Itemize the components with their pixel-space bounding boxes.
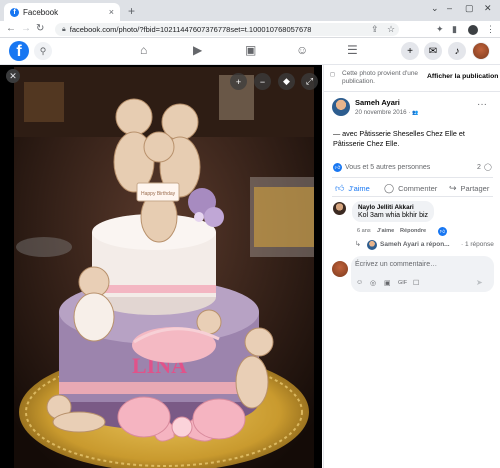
emoji-icon[interactable]: ☺ <box>356 279 363 286</box>
reload-icon[interactable]: ↻ <box>36 23 44 34</box>
cake-plaque-text: Happy Birthday <box>141 191 176 197</box>
reply-author[interactable]: Sameh Ayari a répon... <box>380 241 450 248</box>
reply-count[interactable]: · 1 réponse <box>461 241 494 248</box>
back-arrow-icon[interactable]: ← <box>6 23 16 34</box>
info-icon: ◻ <box>330 72 335 78</box>
divider <box>332 196 493 197</box>
friends-audience-icon: 👥 <box>412 110 419 116</box>
comment-input-placeholder[interactable]: Écrivez un commentaire… <box>355 261 437 268</box>
zoom-out-icon[interactable]: − <box>254 73 271 90</box>
photo-icon[interactable]: ▣ <box>384 279 391 287</box>
comment-count[interactable]: 2 <box>477 164 481 171</box>
fullscreen-icon[interactable]: ⤢ <box>301 73 318 90</box>
messenger-icon[interactable]: ✉ <box>424 42 442 60</box>
camera-icon[interactable]: ◎ <box>370 279 376 287</box>
photo-side-panel: ◻ Cette photo provient d'une publication… <box>323 65 500 468</box>
share-arrow-icon: ↪ <box>449 183 457 193</box>
close-window-button[interactable]: ✕ <box>484 3 492 14</box>
comment-button[interactable]: ◯ Commenter <box>384 183 437 194</box>
divider <box>324 91 500 92</box>
share-button[interactable]: ↪ Partager <box>449 183 489 194</box>
reply-arrow-icon: ↳ <box>355 241 361 248</box>
video-icon[interactable]: ▶ <box>193 43 202 57</box>
share-label: Partager <box>460 184 490 193</box>
reactions-summary[interactable]: Vous et 5 autres personnes <box>345 164 430 171</box>
send-icon[interactable]: ➤ <box>476 278 483 287</box>
comment-reply-link[interactable]: Répondre <box>400 228 426 234</box>
create-button[interactable]: + <box>401 42 419 60</box>
reply-author-avatar <box>367 240 377 250</box>
tag-icon[interactable]: ◆ <box>278 73 295 90</box>
maximize-button[interactable]: ▢ <box>465 3 474 14</box>
view-publication-link[interactable]: Afficher la publication <box>427 73 498 80</box>
menu-icon[interactable]: ☰ <box>347 43 358 57</box>
tab-close-icon[interactable]: × <box>109 7 114 17</box>
composer-avatar <box>332 261 348 277</box>
home-icon[interactable]: ⌂ <box>140 43 147 57</box>
bookmark-star-icon[interactable]: ☆ <box>387 24 395 35</box>
side-panel-icon[interactable]: ▮ <box>452 24 457 35</box>
facebook-favicon-icon: f <box>10 7 19 17</box>
comment-like-badge-icon: 👍︎ <box>438 227 447 236</box>
author-avatar[interactable] <box>332 98 350 116</box>
comment-bubble: Naylo Jelliti Akkari Kol 3am whia bkhir … <box>352 201 435 222</box>
more-options-icon[interactable]: ··· <box>477 99 487 110</box>
publication-notice: Cette photo provient d'une publication. <box>342 70 419 85</box>
profile-avatar-icon[interactable] <box>468 25 478 35</box>
close-photo-icon[interactable]: ✕ <box>6 69 20 83</box>
notifications-bell-icon[interactable]: ♪ <box>448 42 466 60</box>
share-icon[interactable]: ⇪ <box>371 24 379 35</box>
comment-label: Commenter <box>398 184 438 193</box>
comment-text: Kol 3am whia bkhir biz <box>358 212 429 219</box>
url-text[interactable]: facebook.com/photo/?fbid=102114476073767… <box>70 25 312 34</box>
divider <box>332 177 493 178</box>
post-date[interactable]: 20 novembre 2016 · 👥 <box>355 109 418 116</box>
facebook-header: f ⚲ ⌂ ▶ ▣ ☺ ☰ + ✉ ♪ <box>0 38 500 65</box>
minimize-button[interactable]: – <box>447 3 452 13</box>
post-caption: — avec Pâtisserie Sheselles Chez Elle et… <box>333 129 465 148</box>
cake-photo: LINA Happy Birthday <box>14 67 314 468</box>
thumbs-up-icon: 👍︎ <box>335 183 345 193</box>
post-date-text: 20 novembre 2016 · <box>355 109 413 116</box>
lock-icon: 🔒︎ <box>62 25 66 33</box>
tab-title: Facebook <box>23 7 59 17</box>
like-button[interactable]: 👍︎ J'aime <box>335 183 370 194</box>
comment-count-icon: ◯ <box>484 164 492 171</box>
commenter-avatar[interactable] <box>333 202 346 215</box>
comment-like-link[interactable]: J'aime <box>377 228 394 234</box>
browser-menu-icon[interactable]: ⋮ <box>486 24 495 35</box>
gif-icon[interactable]: GIF <box>398 280 407 286</box>
search-icon[interactable]: ⚲ <box>34 42 52 60</box>
like-label: J'aime <box>348 184 370 193</box>
comment-time[interactable]: 6 ans <box>357 228 371 234</box>
groups-icon[interactable]: ☺ <box>296 43 308 57</box>
extensions-icon[interactable]: ✦ <box>436 24 444 35</box>
browser-tab[interactable]: f Facebook × <box>4 3 120 21</box>
browser-tab-strip: f Facebook × + ⌄ – ▢ ✕ <box>0 0 500 21</box>
sticker-icon[interactable]: ☐ <box>413 279 419 287</box>
marketplace-icon[interactable]: ▣ <box>245 43 256 57</box>
forward-arrow-icon[interactable]: → <box>21 23 31 34</box>
commenter-name[interactable]: Naylo Jelliti Akkari <box>358 204 428 211</box>
account-avatar[interactable] <box>472 42 490 60</box>
comment-bubble-icon: ◯ <box>384 183 395 193</box>
like-reaction-icon: 👍︎ <box>333 163 342 172</box>
author-name[interactable]: Sameh Ayari <box>355 98 400 107</box>
address-bar-row: ← → ↻ 🔒︎ facebook.com/photo/?fbid=102114… <box>0 21 500 38</box>
omnibox[interactable]: 🔒︎ facebook.com/photo/?fbid=102114476073… <box>55 23 399 36</box>
zoom-in-icon[interactable]: + <box>230 73 247 90</box>
photo-viewer: ✕ LINA Happy Birthday + − ◆ ⤢ <box>0 65 322 468</box>
tab-search-icon[interactable]: ⌄ <box>431 3 439 14</box>
new-tab-button[interactable]: + <box>128 4 135 18</box>
facebook-logo-icon[interactable]: f <box>9 41 29 61</box>
